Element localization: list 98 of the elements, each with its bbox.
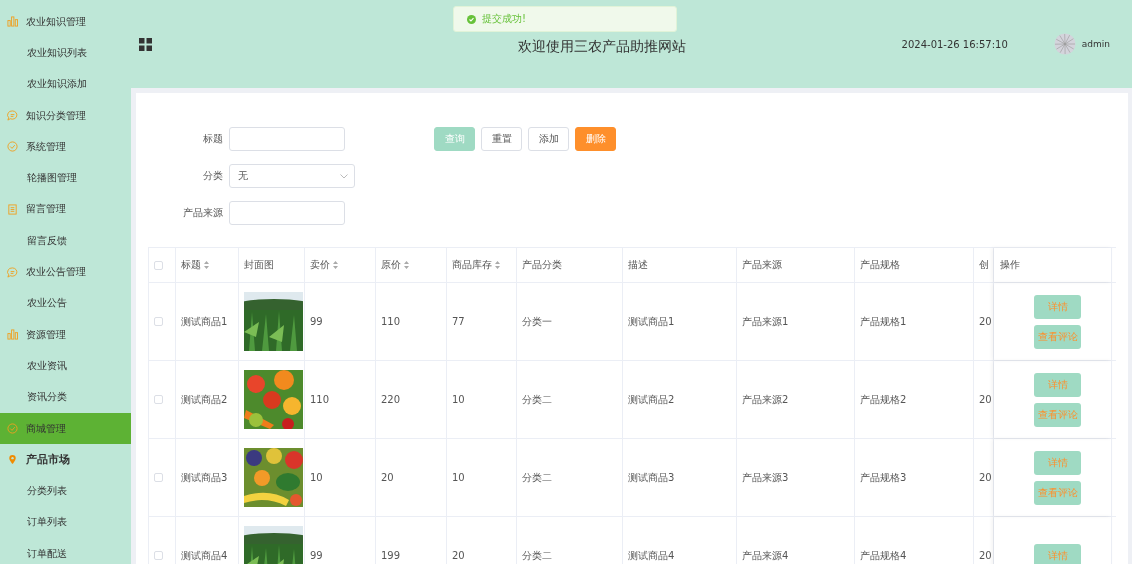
grid-menu-icon[interactable] <box>139 37 152 51</box>
table-cell: 10 <box>452 472 465 483</box>
table-cell: 产品规格1 <box>860 314 907 329</box>
checkbox[interactable] <box>154 317 163 326</box>
column-header: 描述 <box>628 258 648 272</box>
column-header: 产品分类 <box>522 258 562 272</box>
table-cell: 测试商品3 <box>628 470 675 485</box>
sidebar-subitem[interactable]: 留言反馈 <box>0 225 131 257</box>
column-header: 创 <box>979 258 989 272</box>
sidebar-item[interactable]: 知识分类管理 <box>0 99 131 132</box>
check-circle-icon <box>467 14 476 24</box>
table-cell: 产品来源4 <box>742 548 789 563</box>
table-cell: 产品规格2 <box>860 392 907 407</box>
toast-message: 提交成功! <box>482 12 526 26</box>
table-cell: 99 <box>310 316 323 327</box>
sort-icon[interactable] <box>204 261 209 269</box>
sort-icon[interactable] <box>404 261 409 269</box>
table-cell: 产品来源1 <box>742 314 789 329</box>
checkbox[interactable] <box>154 260 163 270</box>
table-cell: 110 <box>310 394 330 405</box>
table-cell: 20 <box>979 472 992 483</box>
table-cell: 220 <box>381 394 401 405</box>
field-label: 产品来源 <box>182 206 223 220</box>
sidebar-subitem[interactable]: 订单列表 <box>0 506 131 539</box>
table-cell: 产品来源2 <box>742 392 789 407</box>
field-label: 标题 <box>202 132 223 146</box>
column-header: 操作 <box>1000 258 1020 272</box>
column-header: 产品规格 <box>860 258 900 272</box>
table-cell: 199 <box>381 550 401 561</box>
sort-icon[interactable] <box>495 261 500 269</box>
sidebar-item[interactable]: 农业公告管理 <box>0 256 131 288</box>
table-cell: 测试商品4 <box>181 548 228 563</box>
table-cell: 20 <box>979 394 992 405</box>
column-header[interactable]: 商品库存 <box>452 258 492 272</box>
table-cell: 110 <box>381 316 401 327</box>
sidebar-item[interactable]: 留言管理 <box>0 193 131 226</box>
action-button[interactable]: 添加 <box>528 127 569 151</box>
checkbox[interactable] <box>154 551 163 560</box>
column-header: 封面图 <box>244 258 274 272</box>
sidebar-item[interactable]: 系统管理 <box>0 131 131 163</box>
column-header: 产品来源 <box>742 258 782 272</box>
sidebar-subitem[interactable]: 分类列表 <box>0 475 131 507</box>
table-cell: 分类二 <box>522 392 552 407</box>
table-cell: 产品规格3 <box>860 470 907 485</box>
sidebar-item[interactable]: 资源管理 <box>0 318 131 351</box>
sidebar-subitem[interactable]: 资讯分类 <box>0 381 131 413</box>
table-cell: 测试商品1 <box>181 314 228 329</box>
bar-chart-icon <box>7 16 18 28</box>
table-cell: 20 <box>381 472 394 483</box>
sidebar-item[interactable]: 商城管理 <box>0 412 131 445</box>
table-cell: 测试商品1 <box>628 314 675 329</box>
table-cell: 20 <box>979 316 992 327</box>
sidebar-subitem[interactable]: 农业知识添加 <box>0 68 131 100</box>
table-cell: 测试商品2 <box>628 392 675 407</box>
table-cell: 测试商品2 <box>181 392 228 407</box>
table-cell: 分类一 <box>522 314 552 329</box>
input-field[interactable] <box>229 127 345 151</box>
table-cell: 测试商品3 <box>181 470 228 485</box>
input-field[interactable] <box>229 201 345 225</box>
sidebar-item[interactable]: 农业知识管理 <box>0 6 131 38</box>
field-label: 分类 <box>202 169 223 183</box>
bar-chart-icon <box>7 329 18 341</box>
username[interactable]: admin <box>1081 39 1110 49</box>
table-cell: 分类二 <box>522 470 552 485</box>
check-circle-icon <box>7 423 18 434</box>
sidebar-subitem[interactable]: 农业知识列表 <box>0 37 131 69</box>
column-header[interactable]: 卖价 <box>310 258 330 272</box>
sidebar-subitem[interactable]: 农业资讯 <box>0 350 131 382</box>
sidebar-subitem[interactable]: 轮播图管理 <box>0 162 131 194</box>
sidebar-subitem[interactable]: 农业公告 <box>0 287 131 319</box>
site-title: 欢迎使用三农产品助推网站 <box>516 38 687 56</box>
avatar-icon[interactable] <box>1053 33 1076 55</box>
column-header[interactable]: 标题 <box>181 258 201 272</box>
location-pin-icon <box>7 454 18 466</box>
select-field[interactable]: 无 <box>229 164 355 188</box>
table-cell: 99 <box>310 550 323 561</box>
column-header[interactable]: 原价 <box>381 258 401 272</box>
sidebar-subitem[interactable]: 订单配送 <box>0 538 131 564</box>
table-cell: 20 <box>452 550 465 561</box>
checkbox[interactable] <box>154 473 163 482</box>
sidebar-item[interactable]: 产品市场 <box>0 444 131 476</box>
table-cell: 测试商品4 <box>628 548 675 563</box>
table-cell: 20 <box>979 550 992 561</box>
table-cell: 10 <box>310 472 323 483</box>
chat-icon <box>7 110 18 122</box>
chevron-down-icon <box>340 173 348 179</box>
chat-icon <box>7 266 18 278</box>
datetime: 2024-01-26 16:57:10 <box>901 38 1008 50</box>
check-circle-icon <box>7 141 18 153</box>
checkbox[interactable] <box>154 395 163 404</box>
table-cell: 分类二 <box>522 548 552 563</box>
table-cell: 产品规格4 <box>860 548 907 563</box>
table-cell: 10 <box>452 394 465 405</box>
table-cell: 77 <box>452 316 465 327</box>
action-button[interactable]: 重置 <box>481 127 522 151</box>
sort-icon[interactable] <box>333 261 338 269</box>
document-icon <box>7 203 18 215</box>
table-cell: 产品来源3 <box>742 470 789 485</box>
